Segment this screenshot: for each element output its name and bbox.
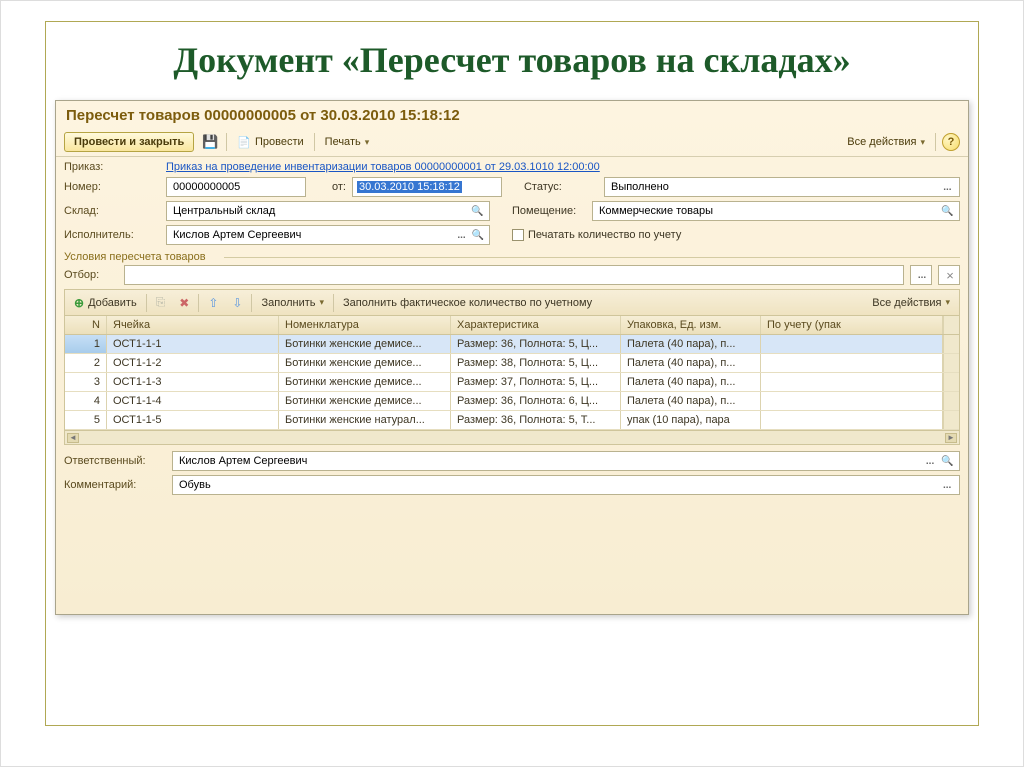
- warehouse-input[interactable]: [171, 204, 468, 218]
- ellipsis-icon[interactable]: [922, 453, 937, 469]
- number-field[interactable]: [166, 177, 306, 197]
- filter-field[interactable]: [124, 265, 904, 285]
- date-value[interactable]: 30.03.2010 15:18:12: [357, 181, 462, 193]
- search-icon[interactable]: [940, 453, 955, 469]
- ellipsis-icon[interactable]: [940, 179, 955, 195]
- warehouse-field[interactable]: [166, 201, 490, 221]
- filter-dots[interactable]: [910, 265, 932, 285]
- ellipsis-icon[interactable]: [939, 477, 955, 493]
- date-field[interactable]: 30.03.2010 15:18:12: [352, 177, 502, 197]
- ellipsis-icon[interactable]: [917, 267, 927, 283]
- search-icon[interactable]: [471, 227, 485, 243]
- inner-border: [45, 21, 979, 726]
- comment-input[interactable]: [177, 478, 937, 492]
- responsible-field[interactable]: [172, 451, 960, 471]
- search-icon[interactable]: [940, 203, 955, 219]
- ellipsis-icon[interactable]: [454, 227, 468, 243]
- room-input[interactable]: [597, 204, 938, 218]
- comment-field[interactable]: [172, 475, 960, 495]
- responsible-input[interactable]: [177, 454, 920, 468]
- status-input[interactable]: [609, 180, 938, 194]
- filter-input[interactable]: [129, 268, 899, 282]
- slide-frame: Документ «Пересчет товаров на складах» П…: [0, 0, 1024, 767]
- number-input[interactable]: [171, 180, 301, 194]
- section-conditions: Условия пересчета товаров: [64, 249, 960, 265]
- clear-icon[interactable]: [945, 267, 955, 283]
- status-field[interactable]: [604, 177, 960, 197]
- executor-input[interactable]: [171, 228, 452, 242]
- room-field[interactable]: [592, 201, 960, 221]
- executor-field[interactable]: [166, 225, 490, 245]
- search-icon[interactable]: [470, 203, 485, 219]
- filter-clear[interactable]: [938, 265, 960, 285]
